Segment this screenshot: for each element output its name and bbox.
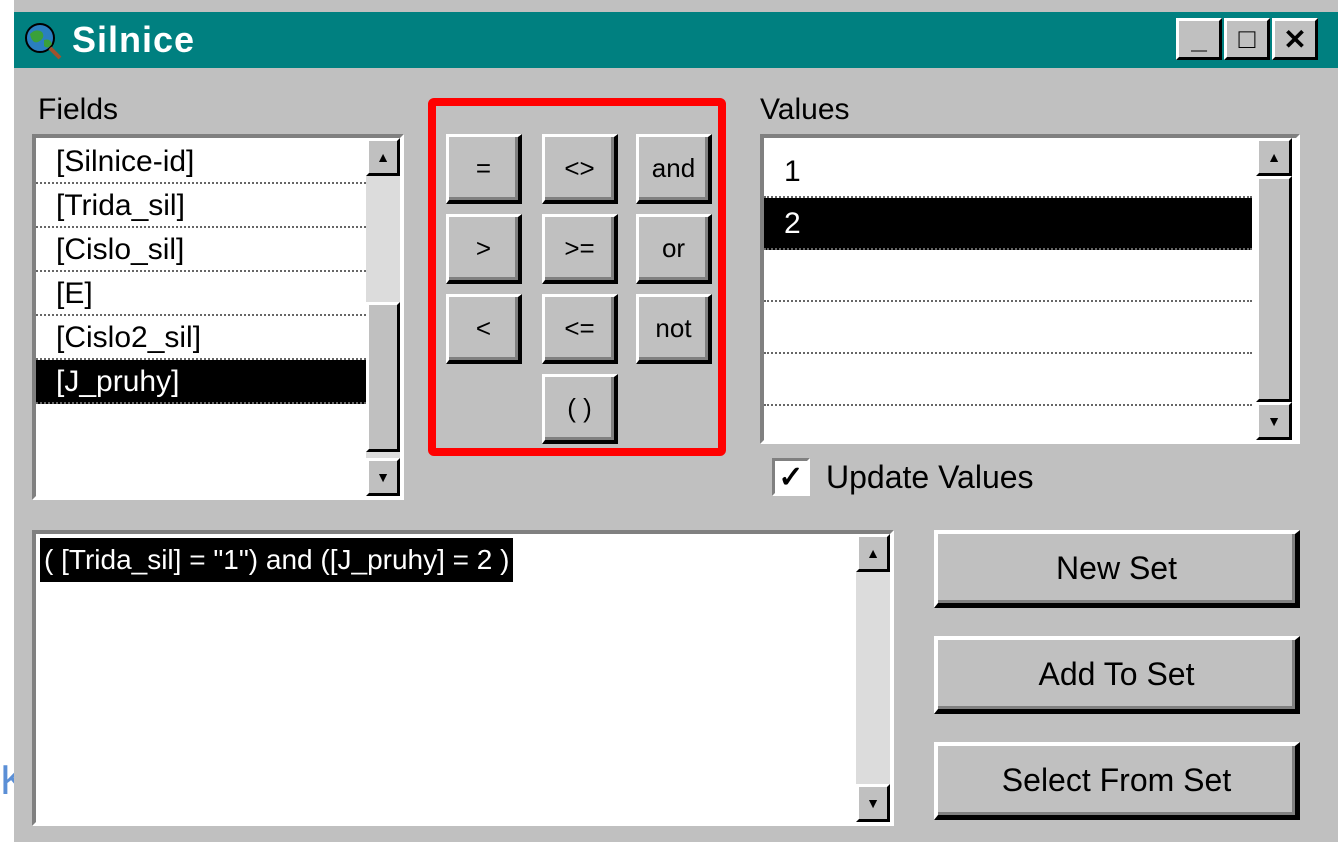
list-item[interactable]: [Trida_sil] [36,184,366,228]
scroll-down-arrow-icon[interactable]: ▼ [1256,402,1292,440]
close-button[interactable]: ✕ [1272,18,1318,60]
fields-listbox[interactable]: [Silnice-id] [Trida_sil] [Cislo_sil] [E]… [32,134,404,500]
title-bar[interactable] [14,12,1338,68]
scroll-thumb[interactable] [1256,176,1292,402]
scroll-thumb[interactable] [366,302,400,452]
list-item-empty [764,354,1252,406]
operators-highlight-box [428,98,726,456]
window-title: Silnice [72,19,196,60]
scroll-up-arrow-icon[interactable]: ▲ [366,138,400,176]
scroll-down-arrow-icon[interactable]: ▼ [366,458,400,496]
scroll-down-arrow-icon[interactable]: ▼ [856,784,890,822]
list-item[interactable]: [Cislo_sil] [36,228,366,272]
fields-label: Fields [38,93,119,126]
minimize-button[interactable]: _ [1176,18,1222,60]
scroll-up-arrow-icon[interactable]: ▲ [1256,138,1292,176]
list-item[interactable]: 1 [764,146,1252,198]
maximize-button[interactable]: □ [1224,18,1270,60]
list-item-empty [764,250,1252,302]
values-label: Values [760,93,850,126]
select-from-set-button[interactable]: Select From Set [934,742,1300,820]
values-scrollbar[interactable]: ▲ ▼ [1256,138,1292,440]
list-item[interactable]: [E] [36,272,366,316]
list-item-empty [764,302,1252,354]
list-item-selected[interactable]: [J_pruhy] [36,360,366,404]
list-item[interactable]: [Cislo2_sil] [36,316,366,360]
expression-text: ( [Trida_sil] = "1") and ([J_pruhy] = 2 … [40,538,514,582]
update-values-label[interactable]: Update Values [826,456,1034,498]
new-set-button[interactable]: New Set [934,530,1300,608]
scroll-up-arrow-icon[interactable]: ▲ [856,534,890,572]
add-to-set-button[interactable]: Add To Set [934,636,1300,714]
fields-scrollbar[interactable]: ▲ ▼ [366,138,400,496]
list-item-selected[interactable]: 2 [764,198,1252,250]
scroll-track[interactable] [856,572,890,782]
update-values-checkbox[interactable]: ✓ [772,458,810,496]
globe-icon [22,20,62,60]
values-listbox[interactable]: 1 2 ▲ ▼ [760,134,1300,444]
list-item[interactable]: [Silnice-id] [36,140,366,184]
expression-scrollbar[interactable]: ▲ ▼ [856,534,890,822]
